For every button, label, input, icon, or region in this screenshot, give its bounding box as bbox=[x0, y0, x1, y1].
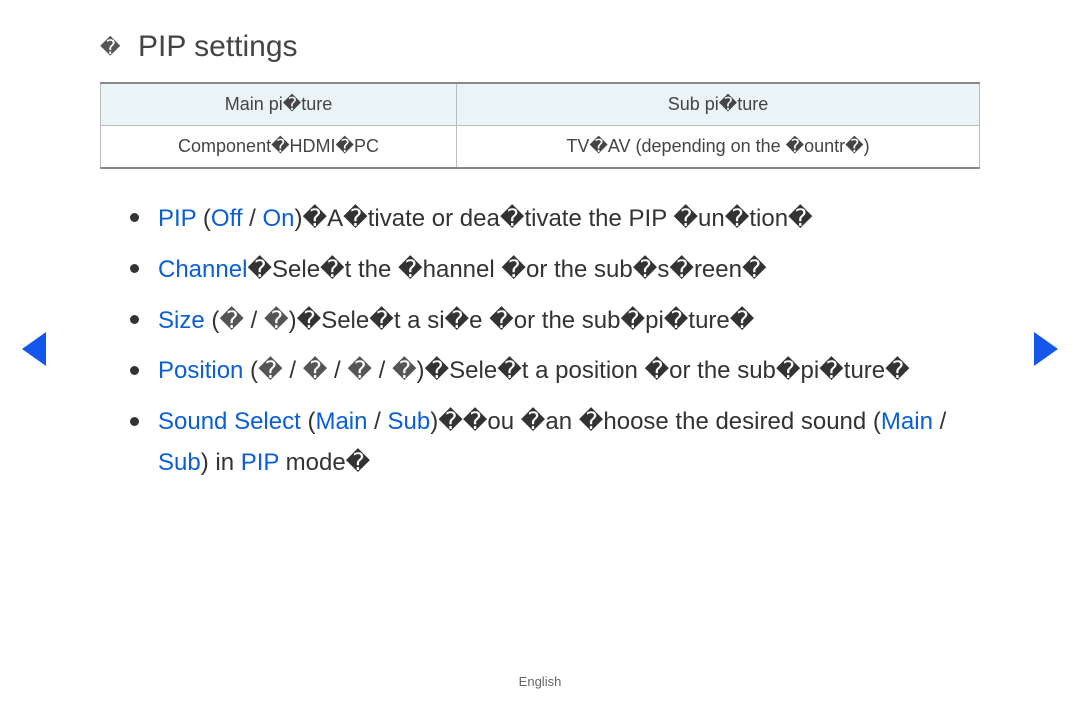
size-glyph-2: � bbox=[264, 307, 289, 334]
page-content: � PIP settings Main pi�ture Sub pi�ture … bbox=[0, 0, 1080, 484]
sound-pre: ( bbox=[301, 408, 316, 435]
list-item-sound: Sound Select (Main / Sub)��ou �an �hoose… bbox=[130, 402, 980, 484]
title-bullet-icon: � bbox=[100, 35, 120, 60]
sound-main: Main bbox=[315, 408, 367, 435]
size-pre: ( bbox=[205, 307, 220, 334]
list-item-pip: PIP (Off / On)�A�tivate or dea�tivate th… bbox=[130, 199, 980, 240]
table-cell-main: Component�HDMI�PC bbox=[101, 126, 457, 169]
sound-sep: / bbox=[367, 408, 387, 435]
position-glyph-3: � bbox=[347, 357, 372, 384]
pip-sep1: ( bbox=[196, 205, 211, 232]
table-row: Component�HDMI�PC TV�AV (depending on th… bbox=[101, 126, 980, 169]
size-post: )� bbox=[289, 307, 322, 334]
pip-sep3: )� bbox=[295, 205, 328, 232]
list-item-size: Size (� / �)�Sele�t a si�e �or the sub�p… bbox=[130, 301, 980, 342]
footer-language: English bbox=[0, 674, 1080, 689]
sound-mid1: ou �an �hoose the desired sound ( bbox=[487, 408, 880, 435]
channel-desc: Sele�t the �hannel �or the sub�s�reen� bbox=[272, 256, 767, 283]
position-pre: ( bbox=[243, 357, 258, 384]
pip-off: Off bbox=[211, 205, 243, 232]
position-sep2: / bbox=[327, 357, 347, 384]
size-glyph-1: � bbox=[219, 307, 244, 334]
position-sep1: / bbox=[283, 357, 303, 384]
sound-post: )�� bbox=[430, 408, 487, 435]
size-sep: / bbox=[244, 307, 264, 334]
list-item-position: Position (� / � / � / �)�Sele�t a positi… bbox=[130, 351, 980, 392]
pip-on: On bbox=[263, 205, 295, 232]
position-desc: Sele�t a position �or the sub�pi�ture� bbox=[449, 357, 910, 384]
table-header-main: Main pi�ture bbox=[101, 83, 457, 126]
sound-sep2: / bbox=[933, 408, 946, 435]
position-glyph-2: � bbox=[303, 357, 328, 384]
pip-sources-table: Main pi�ture Sub pi�ture Component�HDMI�… bbox=[100, 82, 980, 169]
position-post: )� bbox=[417, 357, 450, 384]
channel-sep: � bbox=[247, 256, 272, 283]
pip-key: PIP bbox=[158, 205, 196, 232]
size-desc: Sele�t a si�e �or the sub�pi�ture� bbox=[321, 307, 754, 334]
position-sep3: / bbox=[372, 357, 392, 384]
sound-mid2: ) in bbox=[201, 449, 241, 476]
nav-next-button[interactable] bbox=[1034, 332, 1058, 366]
table-header-sub: Sub pi�ture bbox=[457, 83, 980, 126]
page-title-row: � PIP settings bbox=[100, 30, 980, 64]
sound-main2: Main bbox=[881, 408, 933, 435]
page-title: PIP settings bbox=[138, 30, 298, 64]
sound-tail: mode� bbox=[279, 449, 370, 476]
sound-sub: Sub bbox=[388, 408, 431, 435]
nav-prev-button[interactable] bbox=[22, 332, 46, 366]
pip-desc: A�tivate or dea�tivate the PIP �un�tion� bbox=[327, 205, 813, 232]
settings-list: PIP (Off / On)�A�tivate or dea�tivate th… bbox=[100, 199, 980, 484]
position-key: Position bbox=[158, 357, 243, 384]
sound-pipkey: PIP bbox=[241, 449, 279, 476]
pip-sep2: / bbox=[243, 205, 263, 232]
sound-key: Sound Select bbox=[158, 408, 301, 435]
position-glyph-1: � bbox=[258, 357, 283, 384]
position-glyph-4: � bbox=[392, 357, 417, 384]
sound-sub2: Sub bbox=[158, 449, 201, 476]
size-key: Size bbox=[158, 307, 205, 334]
table-cell-sub: TV�AV (depending on the �ountr�) bbox=[457, 126, 980, 169]
list-item-channel: Channel�Sele�t the �hannel �or the sub�s… bbox=[130, 250, 980, 291]
channel-key: Channel bbox=[158, 256, 247, 283]
